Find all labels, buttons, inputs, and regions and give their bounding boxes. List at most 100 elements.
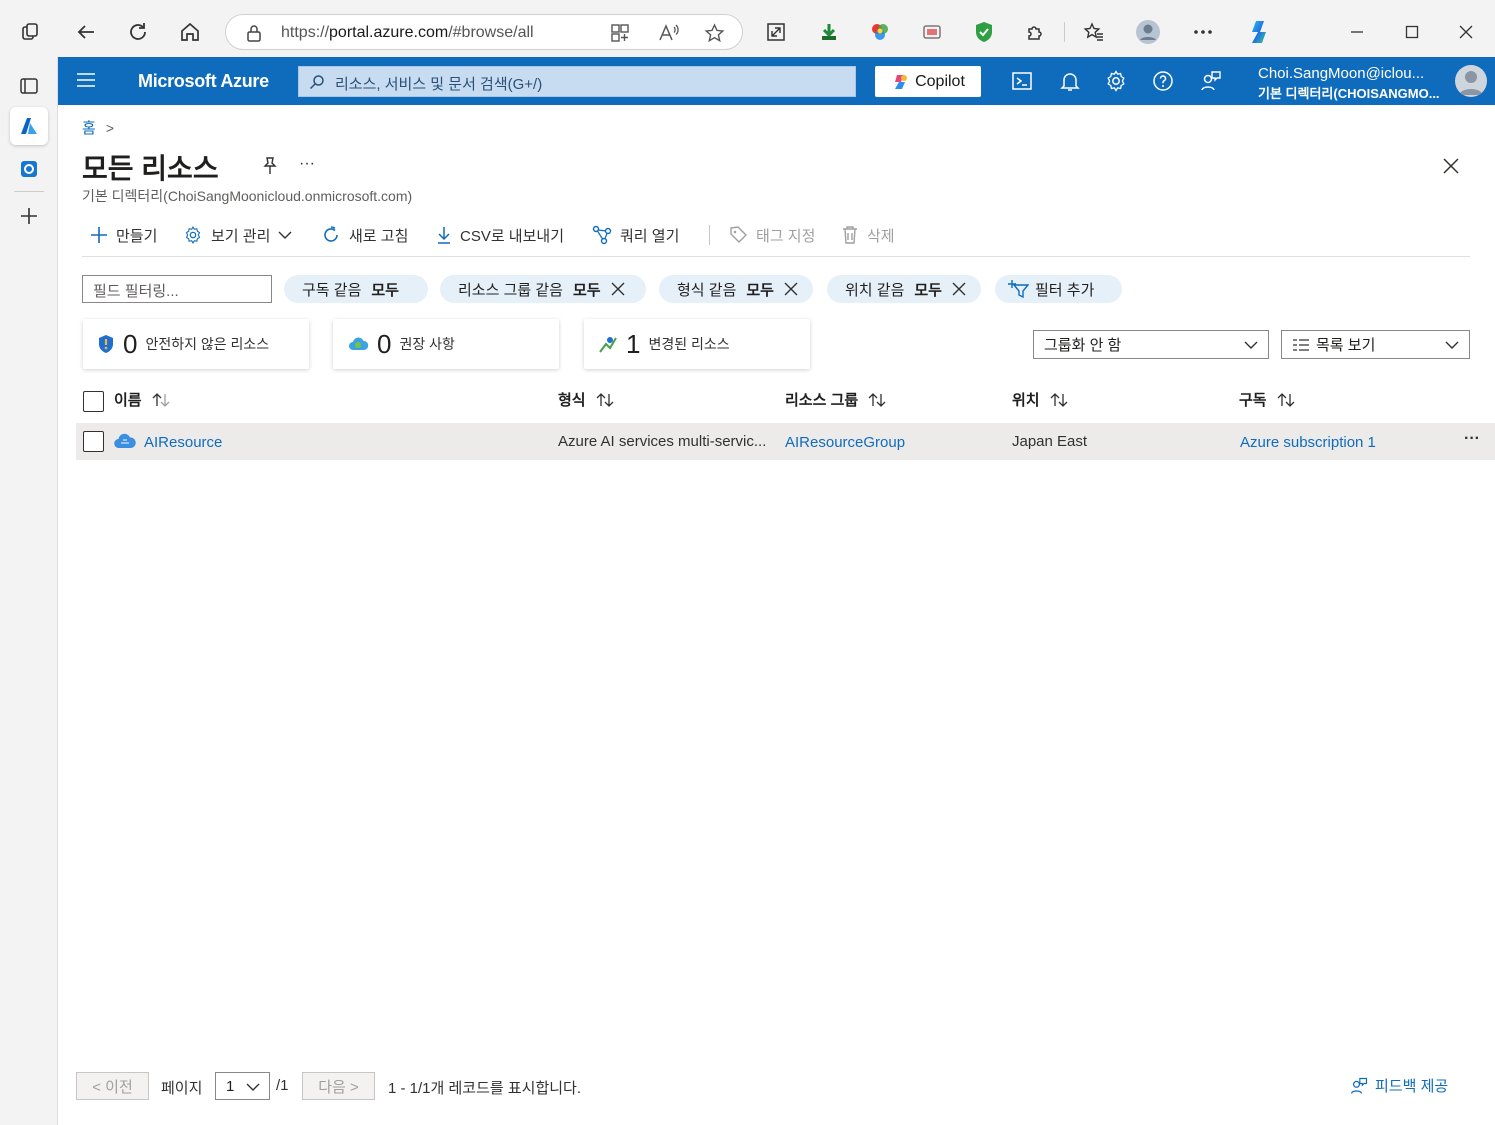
unsecure-resources-card[interactable]: 0 안전하지 않은 리소스: [83, 319, 309, 369]
cloud-shell-icon[interactable]: [1010, 69, 1034, 93]
close-icon[interactable]: [611, 282, 625, 296]
hamburger-icon[interactable]: [76, 71, 96, 89]
resource-location: Japan East: [1012, 433, 1088, 450]
tab-actions-icon[interactable]: [10, 67, 48, 105]
profile-icon[interactable]: [1132, 16, 1164, 48]
account-info[interactable]: Choi.SangMoon@iclou... 기본 디렉터리(CHOISANGM…: [1258, 65, 1446, 102]
export-csv-button[interactable]: CSV로 내보내기: [436, 223, 564, 247]
grouping-dropdown[interactable]: 그룹화 안 함: [1033, 330, 1269, 359]
minimize-icon[interactable]: [1341, 16, 1373, 48]
breadcrumb: 홈 >: [82, 117, 114, 138]
column-header-type[interactable]: 형식: [558, 389, 614, 410]
subscription-link[interactable]: Azure subscription 1: [1240, 434, 1376, 451]
select-all-checkbox[interactable]: [83, 391, 104, 412]
azure-tab-icon[interactable]: [10, 107, 48, 145]
maximize-icon[interactable]: [1396, 16, 1428, 48]
change-analysis-icon: [598, 334, 618, 354]
create-button[interactable]: 만들기: [90, 223, 157, 247]
download-icon: [436, 225, 452, 245]
favorites-icon[interactable]: [1078, 16, 1110, 48]
new-tab-plus-icon[interactable]: [10, 197, 48, 235]
filter-pill-resource-group[interactable]: 리소스 그룹 같음 모두: [440, 275, 646, 303]
global-search-input[interactable]: 리소스, 서비스 및 문서 검색(G+/): [298, 66, 856, 97]
chevron-down-icon: [246, 1082, 260, 1092]
resource-name-link[interactable]: AIResource: [144, 434, 222, 451]
refresh-label: 새로 고침: [349, 227, 409, 245]
notifications-bell-icon[interactable]: [1058, 69, 1082, 93]
column-header-label: 리소스 그룹: [785, 392, 859, 409]
azure-brand[interactable]: Microsoft Azure: [138, 71, 269, 92]
filter-pill-value: 모두: [914, 281, 942, 299]
app-available-icon[interactable]: [610, 23, 630, 43]
open-query-button[interactable]: 쿼리 열기: [592, 223, 679, 247]
prev-page-button[interactable]: < 이전: [76, 1072, 149, 1100]
column-header-subscription[interactable]: 구독: [1239, 389, 1295, 410]
resource-type: Azure AI services multi-servic...: [558, 433, 767, 450]
page-select[interactable]: 1: [215, 1072, 270, 1100]
view-mode-dropdown[interactable]: 목록 보기: [1281, 330, 1470, 359]
breadcrumb-home-link[interactable]: 홈: [82, 117, 96, 138]
table-row[interactable]: AIResource Azure AI services multi-servi…: [76, 423, 1495, 460]
next-page-button[interactable]: 다음 >: [302, 1072, 375, 1100]
tab-divider: [14, 191, 44, 192]
filter-pill-subscription[interactable]: 구독 같음 모두: [284, 275, 428, 303]
list-view-icon: [1292, 338, 1310, 352]
lock-icon[interactable]: [246, 24, 262, 42]
recommendations-count: 0: [377, 328, 392, 359]
column-header-location[interactable]: 위치: [1012, 389, 1068, 410]
assign-tags-button[interactable]: 태그 지정: [728, 223, 815, 247]
changed-resources-card[interactable]: 1 변경된 리소스: [584, 319, 810, 369]
row-more-actions-icon[interactable]: ···: [1464, 430, 1480, 448]
close-window-icon[interactable]: [1450, 16, 1482, 48]
home-icon[interactable]: [174, 16, 206, 48]
column-header-resource-group[interactable]: 리소스 그룹: [785, 389, 886, 410]
feedback-person-icon[interactable]: [1199, 69, 1223, 93]
settings-tab-icon[interactable]: [10, 150, 48, 188]
pin-icon[interactable]: [261, 156, 279, 176]
extensions-puzzle-icon[interactable]: [1020, 16, 1052, 48]
settings-gear-icon[interactable]: [1104, 69, 1128, 93]
recommendations-card[interactable]: 0 권장 사항: [333, 319, 559, 369]
feedback-link[interactable]: 피드백 제공: [1349, 1075, 1448, 1096]
filter-pill-location[interactable]: 위치 같음 모두: [827, 275, 981, 303]
all-resources-blade: 홈 > 모든 리소스 ··· 기본 디렉터리(ChoiSangMooniclou…: [58, 105, 1495, 1125]
vertical-tab-strip: [0, 57, 58, 1125]
close-blade-icon[interactable]: [1443, 158, 1459, 174]
column-header-name[interactable]: 이름: [114, 389, 170, 410]
screenshot-extension-icon[interactable]: [916, 16, 948, 48]
workspaces-icon[interactable]: [15, 16, 47, 48]
close-icon[interactable]: [952, 282, 966, 296]
url-path: /#browse/all: [448, 24, 534, 41]
close-icon[interactable]: [784, 282, 798, 296]
manage-view-label: 보기 관리: [211, 227, 271, 245]
refresh-icon[interactable]: [122, 16, 154, 48]
address-bar[interactable]: https://portal.azure.com/#browse/all: [225, 14, 743, 50]
row-checkbox[interactable]: [83, 431, 104, 452]
favorite-star-icon[interactable]: [704, 23, 725, 43]
avatar[interactable]: [1455, 65, 1487, 97]
copilot-browser-icon[interactable]: [1243, 16, 1275, 48]
changed-count: 1: [626, 328, 641, 359]
more-options-icon[interactable]: [1187, 16, 1219, 48]
delete-label: 삭제: [867, 227, 895, 245]
more-actions-icon[interactable]: ···: [299, 155, 315, 173]
back-arrow-icon[interactable]: [70, 16, 102, 48]
refresh-button[interactable]: 새로 고침: [321, 223, 408, 247]
help-icon[interactable]: [1151, 69, 1175, 93]
shield-extension-icon[interactable]: [968, 16, 1000, 48]
add-filter-button[interactable]: 필터 추가: [995, 275, 1122, 303]
filter-pill-type[interactable]: 형식 같음 모두: [659, 275, 813, 303]
resource-group-link[interactable]: AIResourceGroup: [785, 434, 905, 451]
download-extension-icon[interactable]: [813, 16, 845, 48]
unsecure-count: 0: [123, 328, 138, 359]
color-picker-icon[interactable]: [864, 16, 896, 48]
copilot-button[interactable]: Copilot: [875, 66, 981, 97]
expand-icon[interactable]: [760, 16, 792, 48]
field-filter-input[interactable]: 필드 필터링...: [82, 275, 272, 303]
manage-view-button[interactable]: 보기 관리: [183, 223, 292, 247]
delete-button[interactable]: 삭제: [841, 223, 895, 247]
read-aloud-icon[interactable]: [658, 23, 680, 43]
assign-tags-label: 태그 지정: [756, 227, 816, 245]
search-placeholder: 리소스, 서비스 및 문서 검색(G+/): [335, 76, 543, 93]
filter-pill-label: 위치 같음: [845, 281, 905, 299]
